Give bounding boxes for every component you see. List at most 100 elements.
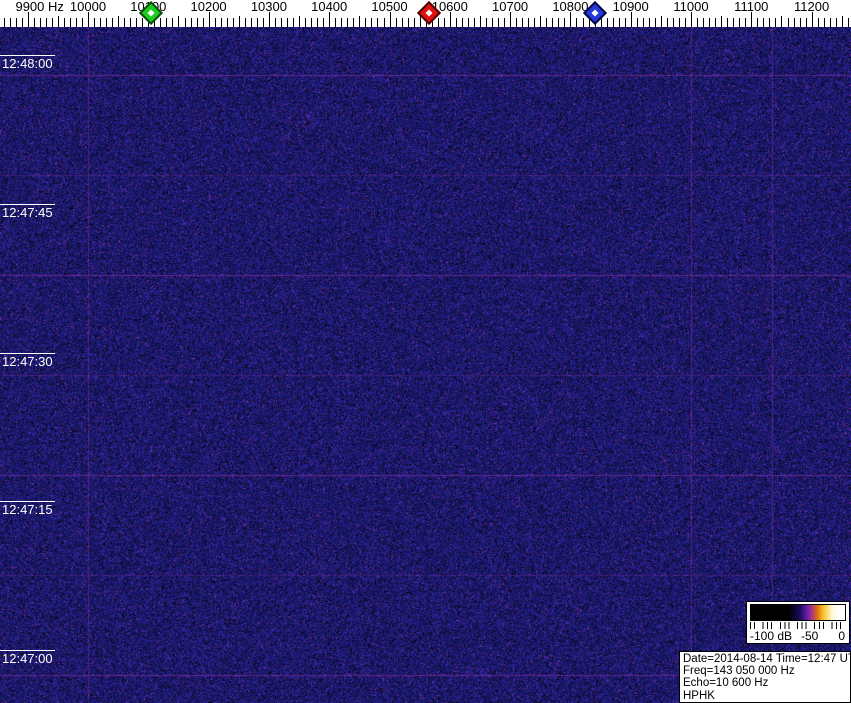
ruler-tick bbox=[456, 18, 457, 27]
ruler-tick bbox=[136, 18, 137, 27]
ruler-tick bbox=[438, 18, 439, 27]
frequency-ruler[interactable]: 9900 Hz100001010010200103001040010500106… bbox=[0, 0, 851, 27]
ruler-tick bbox=[474, 18, 475, 27]
legend-mid-label: -50 bbox=[801, 629, 818, 643]
ruler-tick bbox=[22, 18, 23, 27]
freq-label: 11000 bbox=[673, 0, 708, 14]
ruler-tick bbox=[365, 18, 366, 27]
ruler-tick bbox=[462, 18, 463, 27]
ruler-tick bbox=[522, 18, 523, 27]
ruler-tick bbox=[769, 18, 770, 27]
ruler-tick bbox=[576, 18, 577, 27]
ruler-tick bbox=[16, 18, 17, 27]
legend-tick-scale bbox=[750, 622, 846, 629]
time-label: 12:47:00 bbox=[2, 652, 53, 665]
ruler-tick bbox=[540, 16, 541, 27]
ruler-tick bbox=[781, 16, 782, 27]
ruler-tick bbox=[697, 18, 698, 27]
ruler-tick bbox=[82, 18, 83, 27]
ruler-tick bbox=[836, 18, 837, 27]
ruler-tick bbox=[100, 18, 101, 27]
ruler-tick bbox=[263, 18, 264, 27]
ruler-tick bbox=[444, 18, 445, 27]
ruler-tick bbox=[281, 18, 282, 27]
ruler-tick bbox=[751, 12, 752, 27]
ruler-tick bbox=[667, 18, 668, 27]
ruler-tick bbox=[88, 12, 89, 27]
ruler-tick bbox=[546, 18, 547, 27]
ruler-tick bbox=[848, 18, 849, 27]
ruler-tick bbox=[142, 18, 143, 27]
ruler-tick bbox=[570, 12, 571, 27]
ruler-tick bbox=[353, 18, 354, 27]
ruler-tick bbox=[480, 16, 481, 27]
ruler-tick bbox=[564, 18, 565, 27]
ruler-tick bbox=[245, 18, 246, 27]
ruler-tick bbox=[649, 18, 650, 27]
ruler-tick bbox=[733, 18, 734, 27]
ruler-tick bbox=[625, 18, 626, 27]
legend-min-label: -100 dB bbox=[750, 629, 792, 643]
ruler-tick bbox=[450, 12, 451, 27]
ruler-tick bbox=[293, 18, 294, 27]
ruler-tick bbox=[715, 18, 716, 27]
ruler-tick bbox=[504, 18, 505, 27]
ruler-tick bbox=[552, 18, 553, 27]
ruler-tick bbox=[408, 18, 409, 27]
ruler-tick bbox=[203, 18, 204, 27]
ruler-tick bbox=[275, 18, 276, 27]
freq-label: 9900 Hz bbox=[15, 0, 63, 14]
ruler-tick bbox=[775, 18, 776, 27]
info-date-time: Date=2014-08-14 Time=12:47 UTC bbox=[683, 653, 850, 665]
ruler-tick bbox=[160, 18, 161, 27]
freq-label: 11200 bbox=[794, 0, 829, 14]
ruler-tick bbox=[631, 12, 632, 27]
legend-labels: -100 dB -50 0 bbox=[750, 629, 846, 643]
ruler-tick bbox=[637, 18, 638, 27]
ruler-tick bbox=[311, 18, 312, 27]
ruler-tick bbox=[227, 18, 228, 27]
info-frequency: Freq=143 050 000 Hz bbox=[683, 665, 850, 677]
freq-label: 11100 bbox=[734, 0, 768, 14]
ruler-tick bbox=[492, 18, 493, 27]
ruler-tick bbox=[185, 18, 186, 27]
freq-label: 10300 bbox=[251, 0, 287, 14]
ruler-tick bbox=[34, 18, 35, 27]
time-label: 12:47:30 bbox=[2, 355, 53, 368]
ruler-tick bbox=[661, 16, 662, 27]
freq-label: 10500 bbox=[371, 0, 407, 14]
ruler-tick bbox=[800, 18, 801, 27]
ruler-tick bbox=[299, 16, 300, 27]
ruler-tick bbox=[233, 18, 234, 27]
ruler-tick bbox=[745, 18, 746, 27]
waterfall-display[interactable] bbox=[0, 27, 851, 703]
ruler-tick bbox=[118, 16, 119, 27]
ruler-tick bbox=[329, 12, 330, 27]
ruler-tick bbox=[534, 18, 535, 27]
freq-label: 10200 bbox=[191, 0, 227, 14]
freq-label: 10400 bbox=[311, 0, 347, 14]
ruler-tick bbox=[112, 18, 113, 27]
info-callsign: HPHK bbox=[683, 690, 850, 702]
spectrum-waterfall-app: 9900 Hz100001010010200103001040010500106… bbox=[0, 0, 851, 703]
ruler-tick bbox=[679, 18, 680, 27]
ruler-tick bbox=[613, 18, 614, 27]
ruler-tick bbox=[703, 18, 704, 27]
ruler-tick bbox=[58, 16, 59, 27]
ruler-tick bbox=[40, 18, 41, 27]
ruler-tick bbox=[468, 18, 469, 27]
ruler-tick bbox=[420, 16, 421, 27]
ruler-tick bbox=[842, 16, 843, 27]
ruler-tick bbox=[10, 18, 11, 27]
info-echo: Echo=10 600 Hz bbox=[683, 677, 850, 689]
time-label: 12:47:45 bbox=[2, 206, 53, 219]
ruler-tick bbox=[70, 18, 71, 27]
ruler-tick bbox=[251, 18, 252, 27]
ruler-tick bbox=[359, 16, 360, 27]
marker-center bbox=[425, 9, 432, 16]
ruler-tick bbox=[757, 18, 758, 27]
color-gradient-bar bbox=[750, 604, 846, 621]
ruler-tick bbox=[558, 18, 559, 27]
ruler-tick bbox=[178, 16, 179, 27]
ruler-tick bbox=[215, 18, 216, 27]
